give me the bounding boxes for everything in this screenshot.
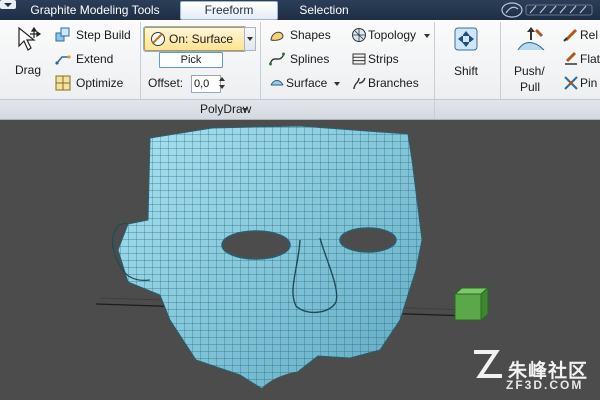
watermark-logo: [500, 1, 598, 19]
branches-label: Branches: [368, 76, 419, 90]
3d-viewport[interactable]: 朱峰社区 ZF3D.COM: [0, 120, 600, 400]
splines-icon: [269, 52, 285, 66]
step-build-label: Step Build: [76, 28, 131, 42]
tab-selection[interactable]: Selection: [290, 1, 358, 19]
pinch-icon: [564, 76, 578, 90]
tab-overflow-dropdown[interactable]: [0, 0, 16, 9]
branches-icon: [353, 77, 366, 90]
shift-button[interactable]: Shift: [444, 24, 488, 98]
on-surface-button[interactable]: On: Surface: [144, 27, 246, 51]
spinner-down-icon: [219, 85, 225, 89]
chevron-down-icon: [4, 3, 12, 7]
splines-button[interactable]: Splines: [266, 49, 336, 69]
push-pull-label-line2: Pull: [520, 80, 541, 94]
separator: [500, 22, 501, 100]
ribbon-panel-footer: [0, 99, 600, 119]
tab-freeform[interactable]: Freeform: [180, 1, 278, 20]
drag-label: Drag: [15, 63, 42, 77]
surface-button[interactable]: Surface: [266, 73, 342, 93]
chevron-down-icon: [424, 34, 430, 38]
pick-button[interactable]: Pick: [159, 52, 223, 68]
flatten-icon: [565, 51, 577, 65]
step-build-icon: [55, 27, 70, 42]
step-build-button[interactable]: Step Build: [52, 25, 137, 45]
topology-label: Topology: [368, 28, 417, 42]
head-mesh[interactable]: [100, 120, 440, 400]
on-surface-dropdown[interactable]: [244, 27, 256, 51]
optimize-label: Optimize: [76, 76, 124, 90]
topology-button[interactable]: Topology: [348, 25, 432, 45]
surface-icon: [270, 80, 284, 86]
extend-label: Extend: [76, 52, 114, 66]
splines-label: Splines: [290, 52, 330, 66]
strips-button[interactable]: Strips: [348, 49, 418, 69]
strips-icon: [352, 53, 366, 65]
separator: [434, 22, 435, 100]
surface-label: Surface: [286, 76, 328, 90]
separator: [434, 100, 435, 119]
offset-label: Offset:: [148, 76, 184, 90]
optimize-button[interactable]: Optimize: [52, 73, 137, 93]
optimize-icon: [55, 75, 71, 91]
relax-button[interactable]: Rel: [560, 25, 600, 45]
chevron-down-icon: [247, 37, 253, 41]
ribbon-panel: Drag Step Build Extend Optimize On: Surf…: [0, 20, 600, 120]
app-window: Graphite Modeling Tools Freeform Selecti…: [0, 0, 600, 400]
surface-target-icon: [151, 32, 165, 46]
shapes-button[interactable]: Shapes: [266, 25, 336, 45]
flatten-label: Flat: [580, 52, 600, 66]
tab-graphite-modeling-tools[interactable]: Graphite Modeling Tools: [20, 1, 170, 19]
brand-logo-icon: [474, 350, 502, 378]
separator: [260, 22, 261, 100]
on-surface-label: On: Surface: [169, 32, 234, 46]
pinch-label: Pin: [580, 76, 598, 90]
relax-label: Rel: [580, 28, 599, 42]
logo-icon: [501, 2, 593, 18]
drag-icon: [18, 26, 42, 51]
chevron-down-icon[interactable]: [242, 108, 248, 112]
shapes-label: Shapes: [290, 28, 331, 42]
shapes-icon: [270, 31, 284, 41]
watermark-site-text: ZF3D.COM: [506, 378, 584, 392]
branches-button[interactable]: Branches: [348, 73, 428, 93]
separator: [140, 22, 141, 100]
object-gizmo-cube[interactable]: [453, 286, 490, 322]
flatten-button[interactable]: Flat: [560, 49, 600, 69]
shift-label: Shift: [454, 64, 479, 78]
shift-icon: [454, 27, 478, 51]
offset-spinner[interactable]: [219, 75, 226, 93]
offset-field[interactable]: 0,0: [191, 75, 221, 93]
topology-icon: [352, 28, 366, 42]
push-pull-label-line1: Push/: [514, 64, 545, 78]
relax-icon: [563, 28, 578, 42]
extend-icon: [55, 55, 71, 65]
extend-button[interactable]: Extend: [52, 49, 137, 69]
spinner-up-icon: [219, 77, 225, 81]
ribbon-tab-strip: Graphite Modeling Tools Freeform Selecti…: [0, 0, 600, 20]
chevron-down-icon: [334, 82, 340, 86]
strips-label: Strips: [368, 52, 399, 66]
push-pull-icon: [517, 27, 545, 51]
push-pull-button[interactable]: Push/ Pull: [508, 24, 554, 98]
pinch-button[interactable]: Pin: [560, 73, 600, 93]
